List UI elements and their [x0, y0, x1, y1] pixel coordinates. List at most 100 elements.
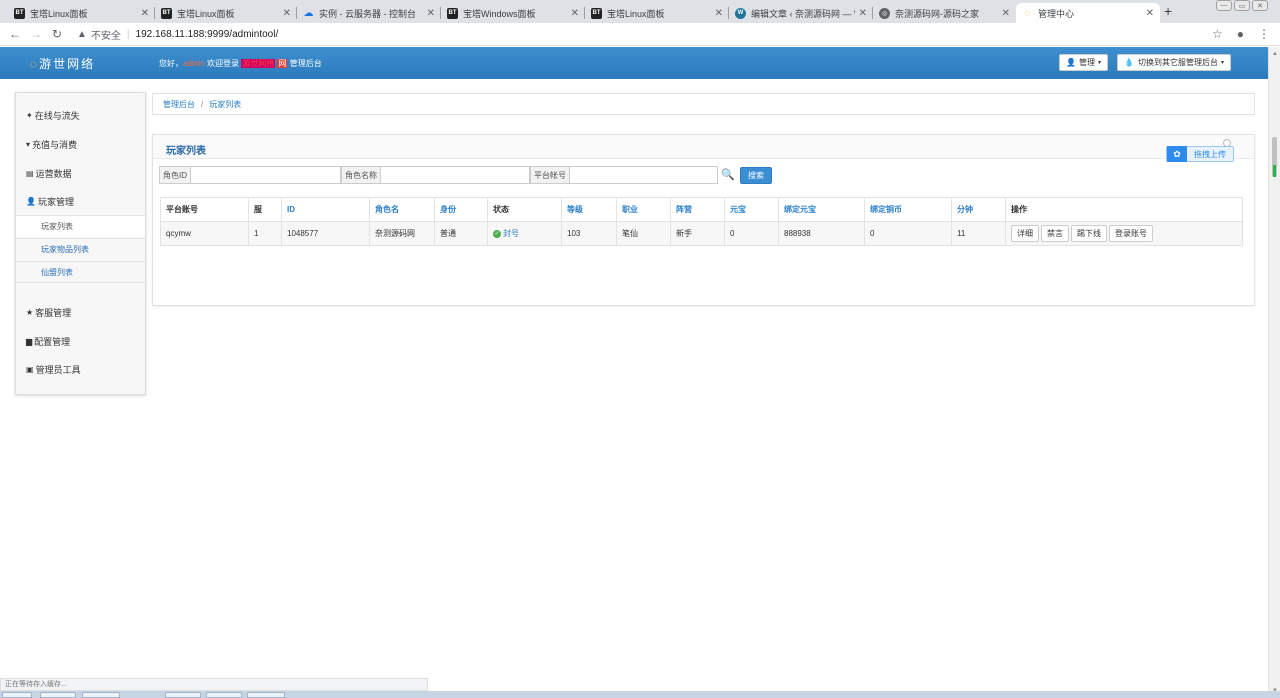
cell-camp: 新手: [670, 221, 725, 246]
col-profession[interactable]: 职业: [616, 197, 671, 222]
close-icon[interactable]: ✕: [1146, 8, 1154, 19]
panel-title: 玩家列表: [166, 146, 206, 157]
close-icon[interactable]: ✕: [1002, 8, 1010, 19]
sidebar-group-operations[interactable]: ▤ 运营数据: [26, 167, 72, 180]
status-link[interactable]: ✓ 封号: [493, 228, 519, 239]
role-name-input[interactable]: [381, 167, 527, 183]
close-icon[interactable]: ✕: [141, 8, 149, 19]
col-bound-yuanbao[interactable]: 绑定元宝: [778, 197, 865, 222]
taskbar-item[interactable]: [247, 692, 285, 698]
sidebar-item-guild-list[interactable]: 仙盟列表: [16, 261, 145, 283]
security-label: 不安全: [90, 30, 121, 42]
drag-upload-button[interactable]: ✿ 拖拽上传: [1166, 146, 1234, 162]
tab-title: 管理中心: [1038, 8, 1075, 19]
url-field[interactable]: ▲ 不安全 | 192.168.11.188:9999/admintool/: [77, 27, 278, 42]
close-icon[interactable]: ✕: [283, 8, 291, 19]
tab-title: 编辑文章 ‹ 奈测源码网 — W: [751, 8, 855, 19]
back-icon[interactable]: ←: [9, 27, 21, 41]
role-id-input[interactable]: [191, 167, 337, 183]
bookmark-star-icon[interactable]: ☆: [1212, 27, 1223, 41]
col-identity[interactable]: 身份: [434, 197, 488, 222]
col-yuanbao[interactable]: 元宝: [724, 197, 779, 222]
role-name-search: 角色名称: [341, 166, 530, 184]
platform-account-search: 平台帐号: [530, 166, 718, 184]
site-name: 游世网络: [241, 59, 276, 68]
bt-icon: BT: [161, 7, 172, 19]
taskbar-item[interactable]: [82, 692, 120, 698]
platform-account-label: 平台帐号: [531, 167, 570, 183]
col-id[interactable]: ID: [281, 197, 370, 222]
browser-tab-active[interactable]: ◌ 管理中心 ✕: [1016, 3, 1160, 23]
login-account-button[interactable]: 登录账号: [1109, 225, 1153, 242]
details-button[interactable]: 详细: [1011, 225, 1039, 242]
browser-tab[interactable]: ◎ 奈测源码网-源码之家 ✕: [873, 3, 1016, 23]
browser-tab[interactable]: BT 宝塔Linux面板 ✕: [585, 3, 729, 23]
sidebar-item-player-items[interactable]: 玩家物品列表: [16, 238, 145, 260]
bt-icon: BT: [14, 7, 25, 19]
scroll-up-icon[interactable]: ▲: [1272, 51, 1278, 57]
taskbar-start[interactable]: [2, 692, 32, 698]
sidebar-group-players[interactable]: 👤 玩家管理: [26, 195, 74, 208]
table-row: qcymw 1 1048577 奈测源码网 普通 ✓ 封号 103 笔仙 新手 …: [160, 221, 1243, 246]
close-icon[interactable]: ✕: [571, 8, 579, 19]
browser-tab[interactable]: BT 宝塔Windows面板 ✕: [441, 3, 585, 23]
taskbar-item[interactable]: [40, 692, 76, 698]
welcome-text: 您好，admin 欢迎登录 游世网络 网 管理后台: [159, 59, 322, 68]
bt-icon: BT: [447, 7, 458, 19]
cell-minutes: 11: [951, 221, 1006, 246]
cell-yuanbao: 0: [724, 221, 779, 246]
warning-icon: ▲: [77, 28, 87, 40]
caret-down-icon: ▾: [1220, 60, 1224, 66]
sidebar-group-online[interactable]: ✦ 在线与流失: [26, 109, 80, 122]
sidebar-item-player-list[interactable]: 玩家列表: [16, 215, 145, 237]
col-bound-copper[interactable]: 绑定铜币: [864, 197, 952, 222]
kick-offline-button[interactable]: 踢下线: [1071, 225, 1107, 242]
close-icon[interactable]: ✕: [859, 8, 867, 19]
profile-icon[interactable]: ●: [1237, 27, 1244, 41]
breadcrumb-home[interactable]: 管理后台: [163, 99, 195, 110]
vertical-scrollbar[interactable]: ▲ ▼: [1268, 47, 1280, 698]
sidebar-group-recharge[interactable]: ▾ 充值与消费: [26, 138, 77, 151]
new-tab-icon[interactable]: +: [1164, 3, 1172, 19]
admin-menu-button[interactable]: 👤 管理 ▾: [1059, 54, 1108, 71]
cell-identity: 普通: [434, 221, 488, 246]
sidebar: ✦ 在线与流失 ▾ 充值与消费 ▤ 运营数据 👤 玩家管理 玩家列表 玩家物品列…: [15, 92, 146, 395]
player-list-panel: 玩家列表 ✿ 拖拽上传 角色ID 角色名称 平台帐号 🔍 搜索 平台账号 服 I…: [152, 134, 1255, 306]
forward-icon[interactable]: →: [30, 27, 42, 41]
search-icon: 🔍: [721, 169, 735, 181]
window-controls: — ▭ ✕: [1216, 0, 1268, 11]
browser-status-bar: 正在等待存入缓存...: [0, 678, 428, 691]
globe-icon: ◎: [879, 7, 890, 19]
close-icon[interactable]: ✕: [427, 8, 435, 19]
col-minutes[interactable]: 分钟: [951, 197, 1006, 222]
app-header: ◌ 游世网络 您好，admin 欢迎登录 游世网络 网 管理后台 👤 管理 ▾ …: [0, 47, 1268, 79]
close-window-icon[interactable]: ✕: [1252, 0, 1268, 11]
minimize-icon[interactable]: —: [1216, 0, 1232, 11]
sidebar-group-support[interactable]: ★ 客服管理: [26, 306, 71, 319]
menu-dots-icon[interactable]: ⋮: [1258, 27, 1270, 41]
platform-account-input[interactable]: [570, 167, 715, 183]
address-bar: ← → ↻ ▲ 不安全 | 192.168.11.188:9999/admint…: [0, 23, 1280, 46]
taskbar-item[interactable]: [206, 692, 242, 698]
maximize-icon[interactable]: ▭: [1234, 0, 1250, 11]
col-camp[interactable]: 阵营: [670, 197, 725, 222]
browser-tab[interactable]: BT 宝塔Linux面板 ✕: [8, 3, 155, 23]
close-icon[interactable]: ✕: [715, 8, 723, 19]
browser-tab[interactable]: BT 宝塔Linux面板 ✕: [155, 3, 297, 23]
sidebar-group-admin-tools[interactable]: ▣ 管理员工具: [26, 363, 81, 376]
site-logo[interactable]: ◌ 游世网络: [30, 55, 95, 72]
url-text[interactable]: 192.168.11.188:9999/admintool/: [136, 29, 279, 40]
username: admin: [183, 59, 205, 68]
col-actions: 操作: [1005, 197, 1243, 222]
breadcrumb-current[interactable]: 玩家列表: [209, 99, 241, 110]
sidebar-group-config[interactable]: ▆ 配置管理: [26, 335, 70, 348]
col-level[interactable]: 等级: [561, 197, 617, 222]
browser-tab[interactable]: W 编辑文章 ‹ 奈测源码网 — W ✕: [729, 3, 873, 23]
search-button[interactable]: 搜索: [740, 167, 772, 184]
mute-button[interactable]: 禁言: [1041, 225, 1069, 242]
browser-tab[interactable]: ☁ 实例 - 云服务器 - 控制台 ✕: [297, 3, 441, 23]
switch-server-button[interactable]: 💧 切换到其它服管理后台 ▾: [1117, 54, 1231, 71]
col-role-name[interactable]: 角色名: [369, 197, 435, 222]
taskbar-item[interactable]: [165, 692, 201, 698]
reload-icon[interactable]: ↻: [51, 27, 63, 41]
